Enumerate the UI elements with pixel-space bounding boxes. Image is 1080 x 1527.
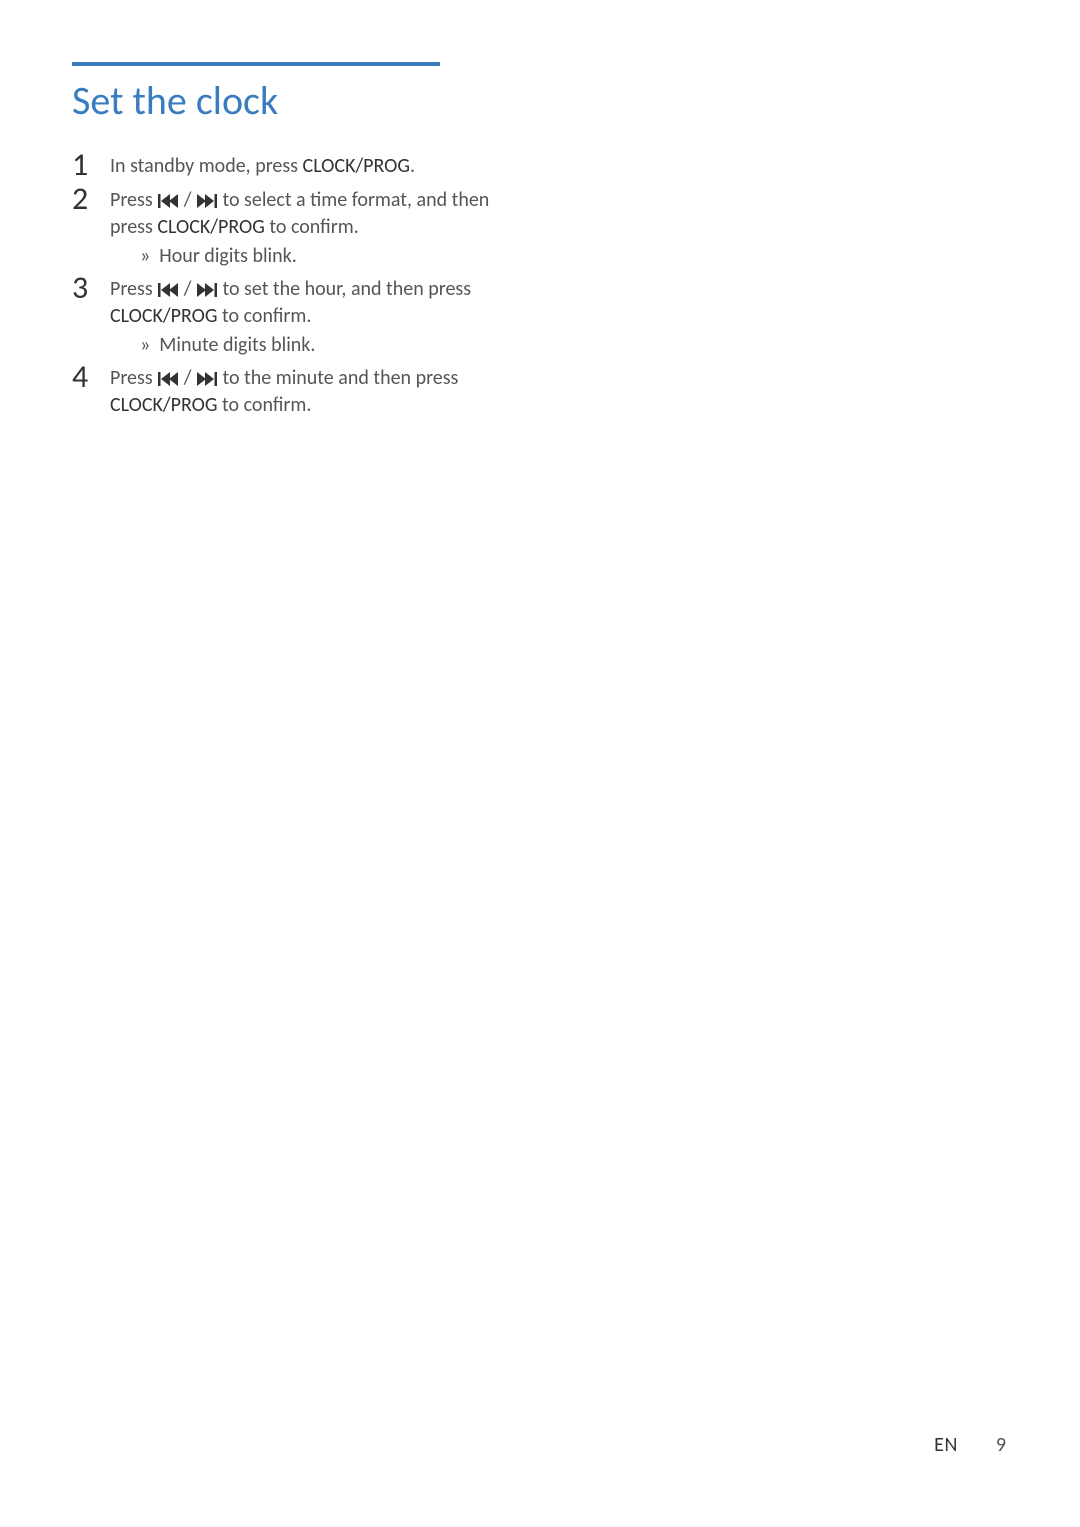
text-fragment: to the minute and then press	[218, 366, 458, 390]
button-label: CLOCK/PROG	[303, 154, 411, 178]
section-heading: Set the clock	[72, 76, 1008, 125]
step-text: Press / to the minute and then press CLO…	[110, 363, 492, 419]
step-text: In standby mode, press CLOCK/PROG.	[110, 151, 415, 180]
text-fragment: Press	[110, 277, 157, 301]
text-fragment: /	[179, 366, 196, 390]
next-track-icon	[197, 283, 217, 297]
button-label: CLOCK/PROG	[110, 304, 218, 328]
text-fragment: to confirm.	[218, 304, 312, 328]
step-4: 4 Press / to the minute and then press C…	[72, 363, 492, 419]
text-fragment: to confirm.	[218, 393, 312, 417]
text-fragment: /	[179, 277, 196, 301]
step-text: Press / to set the hour, and then press …	[110, 274, 492, 359]
text-fragment: In standby mode, press	[110, 154, 303, 178]
language-code: EN	[934, 1433, 958, 1457]
step-number: 4	[72, 361, 110, 393]
page-content: Set the clock 1 In standby mode, press C…	[0, 0, 1080, 419]
prev-track-icon	[158, 194, 178, 208]
text-fragment: .	[410, 154, 415, 178]
step-2: 2 Press / to select a time format, and t…	[72, 185, 492, 270]
text-fragment: /	[179, 188, 196, 212]
prev-track-icon	[158, 283, 178, 297]
text-fragment: Press	[110, 188, 157, 212]
page-number: 9	[996, 1433, 1006, 1457]
sub-note-text: Minute digits blink.	[159, 333, 315, 357]
text-fragment: to confirm.	[265, 215, 359, 239]
button-label: CLOCK/PROG	[110, 393, 218, 417]
prev-track-icon	[158, 372, 178, 386]
step-number: 1	[72, 149, 110, 181]
sub-note-text: Hour digits blink.	[159, 244, 297, 268]
next-track-icon	[197, 194, 217, 208]
heading-rule	[72, 62, 440, 66]
button-label: CLOCK/PROG	[157, 215, 265, 239]
next-track-icon	[197, 372, 217, 386]
step-3: 3 Press / to set the hour, and then pres…	[72, 274, 492, 359]
sub-note: » Minute digits blink.	[110, 332, 492, 359]
step-number: 2	[72, 183, 110, 215]
sub-note: » Hour digits blink.	[110, 243, 492, 270]
text-fragment: Press	[110, 366, 157, 390]
steps-list: 1 In standby mode, press CLOCK/PROG. 2 P…	[72, 151, 492, 419]
page-footer: EN 9	[934, 1433, 1006, 1457]
step-number: 3	[72, 272, 110, 304]
step-text: Press / to select a time format, and the…	[110, 185, 492, 270]
text-fragment: to set the hour, and then press	[218, 277, 471, 301]
step-1: 1 In standby mode, press CLOCK/PROG.	[72, 151, 492, 181]
